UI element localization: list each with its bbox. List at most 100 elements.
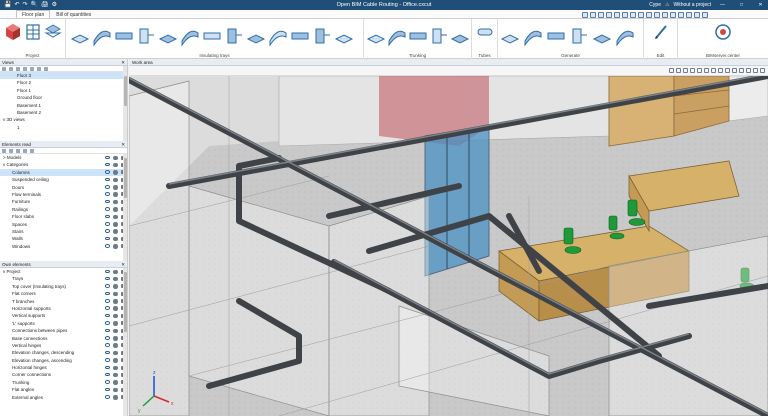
visibility-eye-icon[interactable] (105, 207, 110, 211)
ribbon-tool-icon[interactable] (70, 34, 90, 44)
settings-gear-icon[interactable] (113, 380, 118, 385)
visibility-eye-icon[interactable] (105, 229, 110, 233)
tree-item-horizontal-supports[interactable]: Horizontal supports (0, 305, 127, 312)
own-elements-scrollbar[interactable] (123, 268, 127, 416)
references-button[interactable] (44, 22, 62, 46)
tree-item-basement-2[interactable]: Basement 2 (0, 109, 127, 116)
tree-item-floor-3[interactable]: Floor 3 (0, 72, 127, 80)
tree-item-base-connections[interactable]: Base connections (0, 335, 127, 342)
settings-gear-icon[interactable] (113, 336, 118, 341)
settings-gear-icon[interactable] (113, 192, 118, 197)
view-tool-icon[interactable] (702, 11, 708, 18)
tree-item-3d-views[interactable]: v 3D views (0, 116, 127, 123)
tree-item-windows[interactable]: Windows (0, 243, 127, 250)
visibility-eye-icon[interactable] (105, 350, 110, 355)
tree-item-external-angles[interactable]: External angles (0, 394, 127, 401)
tab-bill-of-quantities[interactable]: Bill of quantities (50, 10, 97, 18)
ribbon-tool-icon[interactable] (409, 32, 427, 40)
visibility-eye-icon[interactable] (105, 313, 110, 318)
tool-icon[interactable] (2, 148, 6, 153)
view-tool-icon[interactable] (622, 11, 628, 18)
tab-floor-plan[interactable]: Floor plan (16, 10, 51, 18)
elements-read-scrollbar[interactable] (123, 154, 127, 261)
tool-icon[interactable] (16, 148, 20, 153)
tree-item-t-branches[interactable]: T branches (0, 298, 127, 305)
zoom-icon[interactable]: 🔍 (31, 0, 38, 10)
tree-item-trays[interactable]: Trays (0, 275, 127, 282)
visibility-eye-icon[interactable] (105, 236, 110, 241)
tree-item-1[interactable]: 1 (0, 124, 127, 131)
close-panel-icon[interactable]: ✕ (121, 141, 125, 148)
minimize-button[interactable]: — (715, 2, 730, 8)
tree-item-suspended-ceiling[interactable]: Suspended ceiling (0, 176, 127, 183)
settings-gear-icon[interactable] (113, 313, 118, 319)
view-control-icon[interactable] (683, 68, 688, 73)
view-tool-icon[interactable] (630, 11, 636, 18)
tree-item-top-cover-insulating-trays[interactable]: Top cover (Insulating trays) (0, 283, 127, 290)
view-control-icon[interactable] (676, 68, 681, 73)
ribbon-tool-icon[interactable] (524, 30, 542, 47)
settings-gear-icon[interactable] (113, 306, 118, 311)
tree-item-elevation-changes-descending[interactable]: Elevation changes, descending (0, 349, 127, 356)
tool-icon[interactable] (44, 66, 48, 71)
settings-gear-icon[interactable] (113, 284, 118, 289)
floors-button[interactable] (24, 22, 42, 46)
visibility-eye-icon[interactable] (105, 306, 110, 310)
print-icon[interactable]: 🖨 (41, 0, 49, 10)
visibility-eye-icon[interactable] (105, 380, 110, 384)
tree-item-furniture[interactable]: Furniture (0, 198, 127, 205)
settings-gear-icon[interactable] (113, 269, 118, 274)
ribbon-tool-icon[interactable] (616, 30, 634, 47)
close-button[interactable]: ✕ (753, 2, 768, 8)
tool-icon[interactable] (30, 148, 34, 153)
ribbon-tool-icon[interactable] (139, 28, 154, 44)
edit-button[interactable] (652, 22, 670, 46)
visibility-eye-icon[interactable] (105, 192, 110, 196)
view-tool-icon[interactable] (606, 11, 612, 18)
tube-button[interactable] (476, 22, 494, 46)
tool-icon[interactable] (23, 148, 27, 153)
view-control-icon[interactable] (725, 68, 730, 73)
project-status[interactable]: Without a project (673, 2, 711, 8)
view-tool-icon[interactable] (662, 11, 668, 18)
visibility-eye-icon[interactable] (105, 222, 110, 226)
views-scrollbar[interactable] (123, 66, 127, 141)
view-control-icon[interactable] (739, 68, 744, 73)
ribbon-tool-icon[interactable] (203, 32, 221, 40)
settings-gear-icon[interactable] (113, 229, 118, 234)
tree-item-trunking[interactable]: Trunking (0, 379, 127, 386)
view-tool-icon[interactable] (598, 11, 604, 18)
tool-icon[interactable] (2, 66, 6, 71)
ribbon-tool-icon[interactable] (366, 34, 386, 44)
view-control-icon[interactable] (732, 68, 737, 73)
visibility-eye-icon[interactable] (105, 336, 110, 340)
tree-item-categories[interactable]: v Categories (0, 161, 127, 168)
view-tool-icon[interactable] (590, 11, 596, 18)
settings-gear-icon[interactable] (113, 299, 118, 304)
tree-item-vertical-supports[interactable]: Vertical supports (0, 312, 127, 319)
tree-item-flat-angles[interactable]: Flat angles (0, 386, 127, 393)
settings-gear-icon[interactable] (113, 177, 118, 183)
tool-icon[interactable] (30, 66, 34, 71)
settings-gear-icon[interactable] (113, 328, 118, 334)
ribbon-tool-icon[interactable] (592, 34, 612, 44)
ribbon-tool-icon[interactable] (500, 34, 520, 44)
redo-icon[interactable]: ↷ (23, 0, 28, 10)
project-logo-button[interactable] (4, 22, 22, 46)
settings-gear-icon[interactable] (113, 207, 118, 212)
settings-icon[interactable]: ⚙ (52, 0, 57, 10)
visibility-eye-icon[interactable] (105, 244, 110, 248)
visibility-eye-icon[interactable] (105, 284, 110, 288)
close-panel-icon[interactable]: ✕ (121, 59, 125, 66)
settings-gear-icon[interactable] (113, 291, 118, 297)
tree-item-floor-2[interactable]: Floor 2 (0, 79, 127, 86)
visibility-eye-icon[interactable] (105, 365, 110, 370)
settings-gear-icon[interactable] (113, 350, 118, 356)
visibility-eye-icon[interactable] (105, 343, 110, 347)
view-control-icon[interactable] (690, 68, 695, 73)
ribbon-tool-icon[interactable] (388, 30, 406, 47)
tree-item-models[interactable]: > Models (0, 154, 127, 161)
view-control-icon[interactable] (704, 68, 709, 73)
tree-item-floor-slabs[interactable]: Floor slabs (0, 213, 127, 220)
view-tool-icon[interactable] (638, 11, 644, 18)
